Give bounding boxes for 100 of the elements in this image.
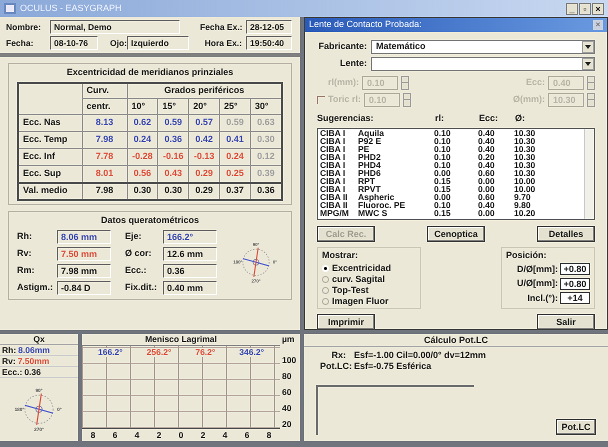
- list-row[interactable]: CIBA I PHD6 0.00 0.60 10.30: [320, 169, 584, 177]
- table-cell: 8.13: [82, 114, 128, 132]
- tick-label: 0: [178, 429, 184, 441]
- radio-button[interactable]: [322, 286, 329, 294]
- field-value: Esf=-1.00 Cil=0.00/0° dv=12mm: [354, 350, 486, 361]
- dialog-title: Lente de Contacto Probada:: [309, 18, 422, 31]
- list-row[interactable]: CIBA II Aspheric 0.00 0.60 9.70: [320, 193, 584, 201]
- radio-option[interactable]: Top-Test: [322, 284, 416, 296]
- field-label: Nombre:: [6, 20, 42, 34]
- column-header: centr.: [82, 98, 128, 114]
- list-cell-text: 10.30: [514, 137, 536, 145]
- number-field[interactable]: +0.80: [560, 263, 590, 276]
- axis-label: 76.2°: [195, 348, 216, 357]
- list-cell-text: CIBA I: [320, 161, 346, 169]
- list-cell-text: 0.60: [478, 169, 496, 177]
- field-label: Rv:: [2, 356, 16, 366]
- list-row[interactable]: CIBA I PE 0.10 0.40 10.30: [320, 145, 584, 153]
- field-value: 7.50mm: [18, 356, 50, 366]
- list-cell-text: MPG/M: [320, 209, 350, 217]
- text-field[interactable]: 0.40 mm: [163, 281, 217, 295]
- table-cell: -0.28: [127, 148, 158, 166]
- list-cell-text: CIBA I: [320, 177, 346, 185]
- panel-title: Cálculo Pot.LC: [304, 334, 608, 347]
- list-cell-text: 0.10: [434, 153, 452, 161]
- text-field[interactable]: 19:50:40: [246, 36, 292, 50]
- list-row[interactable]: CIBA I RPVT 0.15 0.00 10.00: [320, 185, 584, 193]
- text-field[interactable]: -0.84 D: [57, 281, 111, 295]
- tick-label: 8: [90, 429, 96, 441]
- list-cell-text: 0.10: [434, 161, 452, 169]
- list-cell-text: 10.30: [514, 129, 536, 137]
- radio-option[interactable]: Excentricidad: [322, 262, 416, 274]
- text-field[interactable]: 12.6 mm: [163, 247, 217, 261]
- field-label: Rh:: [2, 345, 16, 355]
- list-row[interactable]: CIBA II Fluoroc. PE 0.10 0.40 9.80: [320, 201, 584, 209]
- text-field[interactable]: 8.06 mm: [57, 230, 111, 244]
- list-cell-text: 10.30: [514, 169, 536, 177]
- field-label: U/Ø[mm]:: [517, 277, 558, 290]
- list-cell-text: 10.20: [514, 209, 536, 217]
- spinner-icon[interactable]: [401, 76, 409, 90]
- field-label: Ojo:: [110, 36, 127, 50]
- manufacturer-dropdown[interactable]: Matemático: [371, 40, 595, 54]
- button[interactable]: Pot.LC: [556, 419, 596, 435]
- list-cell-text: RPVT: [358, 185, 381, 193]
- spinner-icon[interactable]: [587, 76, 595, 90]
- spinner-icon[interactable]: [587, 92, 595, 106]
- button[interactable]: Salir: [537, 314, 595, 330]
- caret-icon: [585, 62, 591, 66]
- text-field[interactable]: Normal, Demo: [50, 20, 180, 34]
- dropdown-button[interactable]: [582, 58, 594, 70]
- text-field[interactable]: 0.36: [163, 264, 217, 278]
- button[interactable]: Detalles: [537, 226, 595, 242]
- list-cell-text: 0.40: [478, 145, 496, 153]
- window-control-button[interactable]: ▫: [579, 2, 591, 14]
- text-field[interactable]: 28-12-05: [246, 20, 292, 34]
- button[interactable]: Imprimir: [317, 314, 375, 330]
- field-label: Ecc.:: [124, 264, 148, 278]
- text-field[interactable]: 08-10-76: [50, 36, 98, 50]
- button[interactable]: Cenoptica: [427, 226, 485, 242]
- field-value: 0.36: [24, 367, 41, 377]
- window-control-button[interactable]: ×: [592, 2, 604, 14]
- number-field[interactable]: +14: [560, 292, 590, 304]
- list-row[interactable]: CIBA I RPT 0.15 0.00 10.00: [320, 177, 584, 185]
- text-field[interactable]: Izquierdo: [127, 36, 189, 50]
- list-cell-text: RPT: [358, 177, 375, 185]
- list-cell-text: 0.40: [478, 137, 496, 145]
- field-value: Esf=-0.75 Esférica: [354, 361, 432, 372]
- list-row[interactable]: CIBA I Aquila 0.10 0.40 10.30: [320, 129, 584, 137]
- text-field[interactable]: 166.2°: [163, 230, 217, 244]
- list-row[interactable]: CIBA I P92 E 0.10 0.40 10.30: [320, 137, 584, 145]
- column-header: Sugerencias:: [317, 112, 375, 125]
- spinner-icon[interactable]: [402, 92, 411, 106]
- table-cell: 0.42: [188, 132, 220, 148]
- tick-label: 40: [282, 402, 292, 415]
- panel-title: Datos queratométricos: [100, 214, 200, 227]
- field-label: Fecha:: [6, 36, 34, 50]
- list-row[interactable]: CIBA I PHD2 0.10 0.20 10.30: [320, 153, 584, 161]
- list-cell-text: 0.40: [478, 161, 496, 169]
- radio-button[interactable]: [322, 298, 329, 304]
- list-cell-text: 0.40: [478, 201, 496, 209]
- list-row[interactable]: CIBA I PHD4 0.10 0.40 10.30: [320, 161, 584, 169]
- tick-label: 20: [282, 418, 292, 431]
- radio-option[interactable]: Imagen Fluor: [322, 296, 416, 306]
- number-field[interactable]: +0.80: [560, 278, 590, 290]
- tick-label: 2: [200, 429, 206, 441]
- list-row[interactable]: MPG/M MWC S 0.15 0.00 10.20: [320, 209, 584, 217]
- lens-dropdown[interactable]: [371, 56, 595, 70]
- app-icon: [4, 3, 16, 14]
- list-cell-text: MWC S: [358, 209, 388, 217]
- column-header: 15°: [158, 98, 189, 114]
- list-cell-text: 0.00: [478, 185, 496, 193]
- radio-button[interactable]: [322, 276, 329, 282]
- list-cell-text: Aquila: [358, 129, 385, 137]
- radio-option[interactable]: curv. Sagital: [322, 274, 416, 284]
- list-cell-text: CIBA I: [320, 137, 346, 145]
- list-cell-text: 0.20: [478, 153, 496, 161]
- dropdown-button[interactable]: [582, 40, 594, 52]
- axis-label: 166.2°: [98, 348, 123, 357]
- window-control-button[interactable]: _: [566, 2, 578, 14]
- scrollbar[interactable]: [584, 129, 594, 219]
- text-field[interactable]: 7.98 mm: [57, 264, 111, 278]
